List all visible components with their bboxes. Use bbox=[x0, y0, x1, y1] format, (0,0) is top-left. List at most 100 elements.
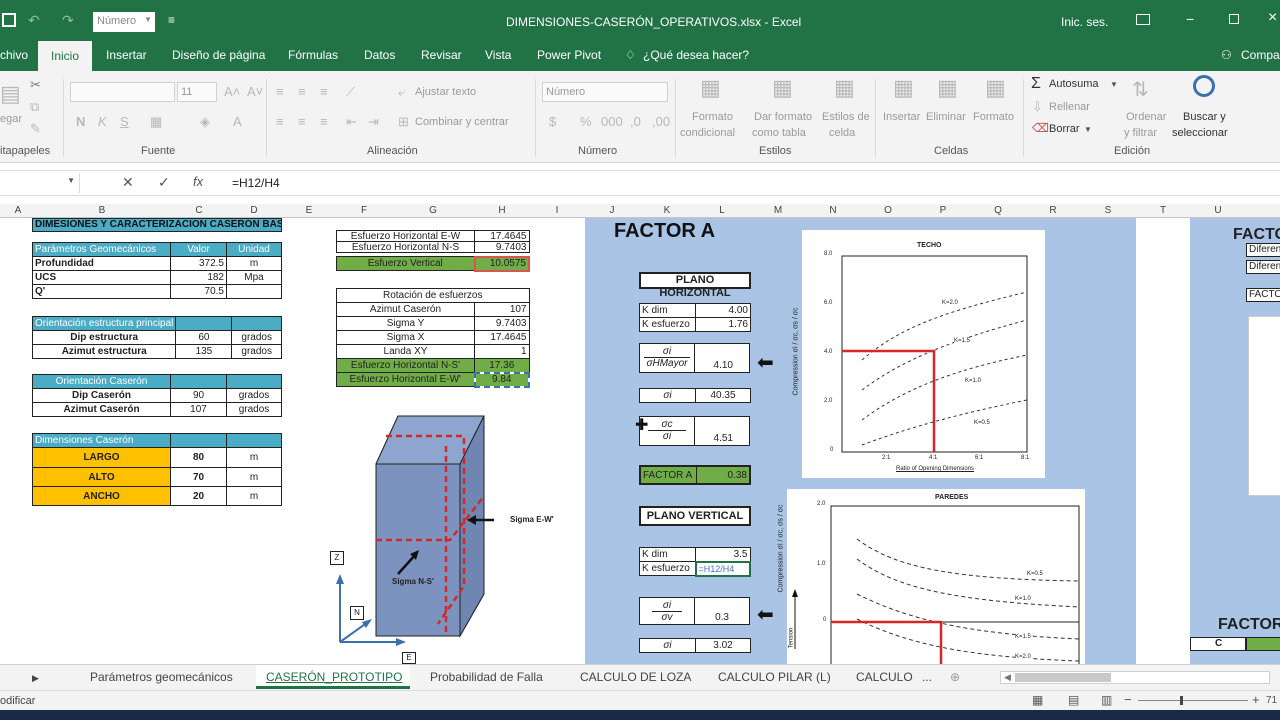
table-format-label-2[interactable]: como tabla bbox=[752, 127, 806, 139]
wrap-text-button[interactable]: Ajustar texto bbox=[415, 86, 476, 98]
sigma-i-v-value[interactable]: 3.02 bbox=[695, 638, 751, 653]
column-header[interactable]: O bbox=[878, 204, 898, 218]
tab-revisar[interactable]: Revisar bbox=[421, 48, 462, 62]
enter-icon[interactable]: ✓ bbox=[158, 174, 170, 191]
sheet-tab[interactable]: CALCULO PILAR (L) bbox=[718, 670, 831, 684]
number-format-box[interactable]: Número bbox=[542, 82, 668, 102]
rotation-header[interactable]: Rotación de esfuerzos bbox=[336, 288, 530, 303]
kesf-value[interactable]: 1.76 bbox=[695, 317, 751, 332]
column-header[interactable]: K bbox=[657, 204, 677, 218]
rot-label[interactable]: Sigma X bbox=[336, 330, 475, 345]
cond-format-label-2[interactable]: condicional bbox=[680, 127, 735, 139]
scroll-left-icon[interactable]: ◀ bbox=[1004, 672, 1011, 683]
paste-icon[interactable]: ▤ bbox=[0, 81, 21, 107]
formula-input[interactable]: =H12/H4 bbox=[232, 176, 280, 190]
stress-value[interactable]: 17.4645 bbox=[474, 230, 530, 242]
align-right-icon[interactable]: ≡ bbox=[320, 114, 328, 129]
cancel-icon[interactable]: ✕ bbox=[122, 174, 134, 191]
stress-label[interactable]: Esfuerzo Horizontal N-S bbox=[336, 241, 475, 253]
factor-a-label[interactable]: FACTOR A bbox=[639, 465, 697, 485]
tab-insertar[interactable]: Insertar bbox=[106, 48, 147, 62]
delete-cells-label[interactable]: Eliminar bbox=[926, 111, 966, 123]
ratio3-cell[interactable]: σi σv bbox=[639, 597, 695, 625]
clear-button[interactable]: Borrar bbox=[1049, 123, 1080, 135]
insert-cells-label[interactable]: Insertar bbox=[883, 111, 920, 123]
rot-value[interactable]: 1 bbox=[474, 344, 530, 359]
tab-diseno[interactable]: Diseño de página bbox=[172, 48, 265, 62]
dim-value[interactable]: 70 bbox=[170, 467, 227, 487]
maximize-icon[interactable] bbox=[1229, 14, 1239, 24]
align-middle-icon[interactable]: ≡ bbox=[298, 84, 306, 99]
find-label-2[interactable]: seleccionar bbox=[1172, 127, 1228, 139]
param-label[interactable]: UCS bbox=[32, 270, 171, 285]
param-label[interactable]: Profundidad bbox=[32, 256, 171, 271]
find-label-1[interactable]: Buscar y bbox=[1183, 111, 1226, 123]
param-label[interactable]: Q' bbox=[32, 284, 171, 299]
scroll-thumb[interactable] bbox=[1015, 673, 1111, 682]
row-value[interactable]: 135 bbox=[175, 344, 233, 359]
row-unit[interactable]: grados bbox=[231, 330, 282, 345]
chart-techo[interactable]: TECHO 8.0 6.0 4.0 2.0 0 2:1 4:1 6:1 8:1 … bbox=[793, 230, 1045, 478]
param-unit[interactable] bbox=[226, 284, 282, 299]
stress-value[interactable]: 10.0575 bbox=[473, 255, 530, 272]
dim-label[interactable]: LARGO bbox=[32, 447, 171, 468]
zoom-out-icon[interactable]: − bbox=[1124, 692, 1132, 707]
param-unit[interactable]: m bbox=[226, 256, 282, 271]
rot-label[interactable]: Esfuerzo Horizontal E-W' bbox=[336, 372, 475, 387]
param-value[interactable]: 372.5 bbox=[170, 256, 227, 271]
scroll-tabs-icon[interactable]: ▶ bbox=[32, 673, 39, 684]
format-cells-label[interactable]: Formato bbox=[973, 111, 1014, 123]
rot-label[interactable]: Sigma Y bbox=[336, 316, 475, 331]
redo-icon[interactable]: ↷ bbox=[62, 12, 74, 29]
rot-label[interactable]: Landa XY bbox=[336, 344, 475, 359]
chart-paredes[interactable]: PAREDES 2.0 1.0 0 Compression σi / σc, σ… bbox=[778, 489, 1085, 664]
cut-icon[interactable]: ✂ bbox=[30, 77, 41, 93]
borders-icon[interactable]: ▦ bbox=[150, 114, 162, 130]
rot-value[interactable]: 9.84 bbox=[473, 371, 530, 388]
ratio3-value[interactable]: 0.3 bbox=[694, 597, 750, 625]
fill-button[interactable]: Rellenar bbox=[1049, 101, 1090, 113]
column-header[interactable]: E bbox=[299, 204, 319, 218]
italic-icon[interactable]: K bbox=[98, 114, 107, 129]
column-header[interactable]: Q bbox=[988, 204, 1008, 218]
tab-vista[interactable]: Vista bbox=[485, 48, 511, 62]
worksheet-grid[interactable]: DIMESIONES Y CARACTERIZACION CASERÓN BAS… bbox=[0, 218, 1280, 664]
wrap-text-icon[interactable]: ⤶ bbox=[398, 84, 405, 100]
sigma-i-v-label[interactable]: σi bbox=[639, 638, 696, 653]
factor-a-value[interactable]: 0.38 bbox=[695, 465, 751, 485]
sheet-title[interactable]: DIMESIONES Y CARACTERIZACION CASERÓN BAS… bbox=[32, 218, 282, 232]
row-unit[interactable]: grados bbox=[226, 402, 282, 417]
rot-label[interactable]: Azimut Caserón bbox=[336, 302, 475, 317]
tab-archivo[interactable]: chivo bbox=[0, 48, 28, 62]
font-size-box[interactable]: 11 bbox=[177, 82, 217, 102]
name-box[interactable]: ▼ bbox=[0, 173, 80, 193]
dim-unit[interactable]: m bbox=[226, 467, 282, 487]
orient-struct-header[interactable]: Orientación estructura principal bbox=[31, 316, 177, 331]
column-header[interactable]: H bbox=[492, 204, 512, 218]
row-value[interactable]: 107 bbox=[170, 402, 227, 417]
table-format-icon[interactable]: ▦ bbox=[772, 75, 793, 101]
row-unit[interactable]: grados bbox=[226, 388, 282, 403]
delete-cells-icon[interactable]: ▦ bbox=[937, 75, 958, 101]
bold-icon[interactable]: N bbox=[76, 114, 85, 129]
sheet-tab[interactable]: Parámetros geomecánicos bbox=[90, 670, 233, 684]
zoom-in-icon[interactable]: + bbox=[1252, 692, 1260, 707]
column-header[interactable]: L bbox=[712, 204, 732, 218]
kdim-value[interactable]: 4.00 bbox=[695, 303, 751, 318]
row-value[interactable]: 60 bbox=[175, 330, 233, 345]
fill-icon[interactable]: ⇩ bbox=[1032, 99, 1043, 115]
rot-value[interactable]: 17.4645 bbox=[474, 330, 530, 345]
decrease-decimal-icon[interactable]: ,00 bbox=[652, 114, 670, 129]
kesf-label[interactable]: K esfuerzo bbox=[639, 317, 696, 332]
column-header[interactable]: A bbox=[8, 204, 28, 218]
currency-icon[interactable]: $ bbox=[549, 114, 556, 129]
column-header[interactable]: I bbox=[547, 204, 567, 218]
align-left-icon[interactable]: ≡ bbox=[276, 114, 284, 129]
page-break-icon[interactable]: ▥ bbox=[1101, 693, 1112, 707]
row-label[interactable]: Azimut estructura bbox=[31, 344, 177, 359]
autosum-button[interactable]: Autosuma bbox=[1049, 78, 1099, 90]
tab-datos[interactable]: Datos bbox=[364, 48, 395, 62]
column-header[interactable]: D bbox=[244, 204, 264, 218]
cell-styles-label-2[interactable]: celda bbox=[829, 127, 855, 139]
insert-function-icon[interactable]: fx bbox=[193, 174, 203, 189]
